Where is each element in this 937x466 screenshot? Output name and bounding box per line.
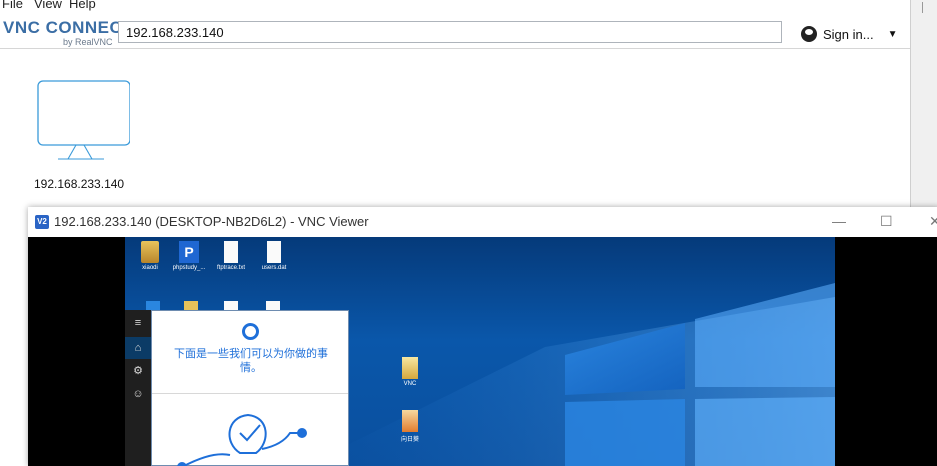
desktop-icon-label: VNC [403,381,417,387]
sign-in-button[interactable]: Sign in... ▼ [801,23,898,45]
desktop-icon-users-dat[interactable]: users.dat [251,241,297,271]
menu-help[interactable]: Help [69,0,96,11]
desktop-icon-label: 向日葵 [400,437,419,443]
menu-file[interactable]: File [2,0,23,11]
vnc-viewer-window: V2 192.168.233.140 (DESKTOP-NB2D6L2) - V… [28,207,937,466]
maximize-button[interactable]: ☐ [880,213,893,230]
desktop-icon-vnc[interactable]: VNC [387,357,433,387]
toolbar: VNC CONNECT by RealVNC Sign in... ▼ [0,14,910,49]
settings-icon[interactable]: ⚙ [125,360,151,382]
lightbulb-illustration [177,413,307,466]
viewer-title: 192.168.233.140 (DESKTOP-NB2D6L2) - VNC … [54,214,369,229]
cortana-panel: 下面是一些我们可以为你做的事情。 [151,310,349,466]
desktop-icon-label: users.dat [261,265,287,271]
phpstudy-icon: P [179,241,199,263]
chevron-down-icon[interactable]: ▼ [888,29,898,40]
menu-view[interactable]: View [34,0,62,11]
sunflower-app-icon [402,410,418,432]
divider [152,393,348,394]
sign-in-label: Sign in... [823,26,874,42]
user-folder-icon [141,241,159,263]
file-icon [267,241,281,263]
home-icon[interactable]: ⌂ [125,337,151,359]
start-side-rail: ≡ ⌂ ⚙ ☺ [125,310,151,466]
user-icon [801,26,817,42]
divider [922,2,923,13]
logo-subtitle: by RealVNC [63,37,113,47]
text-file-icon [224,241,238,263]
vnc-connect-logo: VNC CONNECT by RealVNC [3,18,133,47]
vnc-folder-icon [402,357,418,379]
desktop-icon-label: ftptrace.txt [216,265,245,271]
logo-title: VNC CONNECT [3,18,134,37]
monitor-icon [37,80,130,160]
viewer-titlebar[interactable]: V2 192.168.233.140 (DESKTOP-NB2D6L2) - V… [28,207,937,237]
close-button[interactable]: ✕ [929,213,937,230]
desktop-icon-ftptrace[interactable]: ftptrace.txt [208,241,254,271]
address-book-entry-label: 192.168.233.140 [34,177,125,191]
desktop-icon-phpstudy[interactable]: P phpstudy_... [166,241,212,271]
desktop-icon-sunflower[interactable]: 向日葵 [387,410,433,443]
feedback-icon[interactable]: ☺ [125,383,151,405]
address-input[interactable] [118,21,782,43]
cortana-message: 下面是一些我们可以为你做的事情。 [174,348,328,374]
address-book-entry[interactable]: 192.168.233.140 [30,79,140,194]
vnc-viewer-app-icon: V2 [35,215,49,229]
desktop-icon-label: phpstudy_... [172,265,206,271]
hamburger-icon[interactable]: ≡ [125,312,151,334]
cortana-icon [242,323,259,340]
menu-bar: File View Help [0,0,910,14]
remote-desktop[interactable]: xiaodi P phpstudy_... ftptrace.txt users… [28,237,937,466]
minimize-button[interactable]: — [832,213,846,229]
